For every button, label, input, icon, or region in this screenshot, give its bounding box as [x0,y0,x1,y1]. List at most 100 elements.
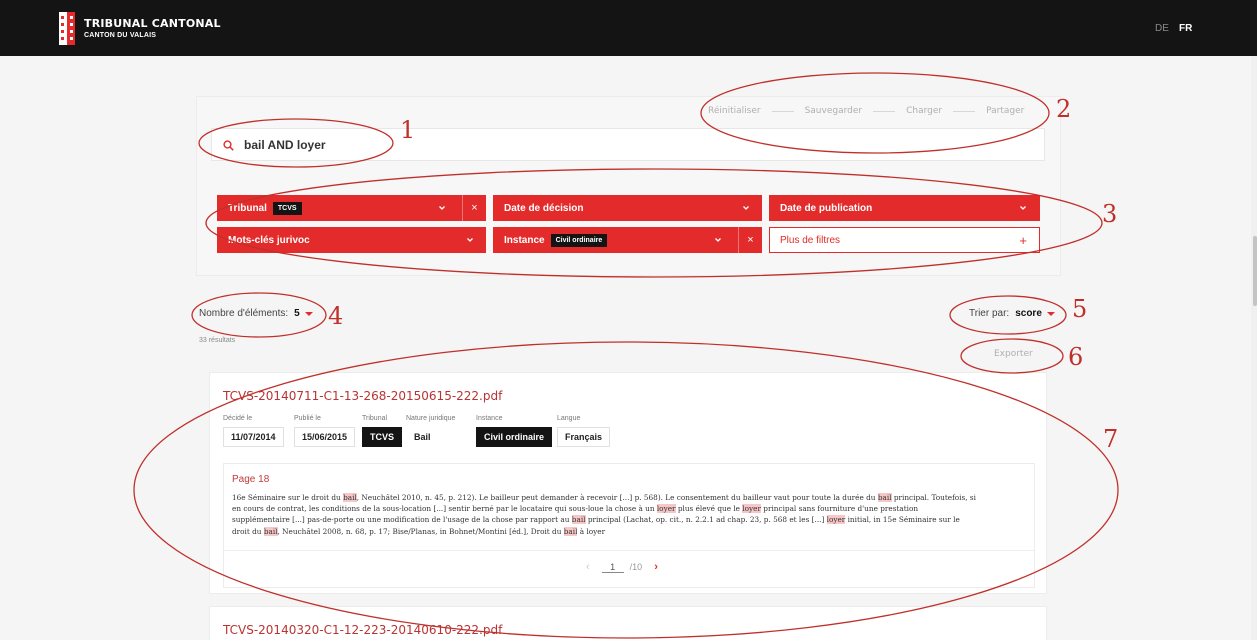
chevron-down-icon [1020,206,1026,210]
filter-decision-date[interactable]: Date de décision [493,195,762,221]
brand-logo-link[interactable]: TRIBUNAL CANTONAL CANTON DU VALAIS [59,12,221,45]
highlighted-term: bail [263,526,278,536]
meta-language-label: Langue [557,415,581,422]
meta-published-label: Publié le [294,415,321,422]
excerpt-segment: à loyer [577,526,606,536]
filter-tribunal[interactable]: Tribunal TCVS × [217,195,486,221]
filter-keywords[interactable]: Mots-clés jurivoc [217,227,486,253]
actions-separator [873,110,896,112]
caret-down-icon [304,311,313,316]
filter-instance-badge: Civil ordinaire [550,233,608,247]
excerpt-segment: initial, in 15e Séminaire sur le [845,515,960,525]
meta-decided-value: 11/07/2014 [223,427,284,447]
excerpt-line: 16e Séminaire sur le droit du bail, Neuc… [232,492,1028,503]
filter-tribunal-badge: TCVS [272,201,302,215]
sort-dropdown[interactable]: Trier par: score [969,308,1055,319]
meta-nature-value: Bail [406,427,439,447]
excerpt-segment: , Neuchâtel 2010, n. 45, p. 212). Le bai… [356,493,878,502]
valais-shield-icon [59,12,75,45]
search-input[interactable] [244,135,644,155]
top-bar: TRIBUNAL CANTONAL CANTON DU VALAIS DE FR [0,0,1257,56]
meta-instance-label: Instance [476,415,503,422]
highlighted-term: loyer [742,504,761,514]
results-count: 33 résultats [199,337,236,344]
actions-separator [953,110,976,112]
chevron-down-icon [467,238,473,242]
meta-nature-label: Nature juridique [406,415,456,422]
excerpt-segment: principal (Lachat, op. cit., n. 2.2.1 ad… [585,515,827,525]
meta-decided-label: Décidé le [223,415,253,422]
scrollbar-thumb[interactable] [1253,236,1257,306]
result-title-link[interactable]: TCVS-20140320-C1-12-223-20140610-222.pdf [223,623,502,637]
filter-keywords-label: Mots-clés jurivoc [228,234,310,246]
pager-next-button[interactable]: › [654,561,658,573]
filter-publication-date-label: Date de publication [780,202,873,214]
filter-publication-date[interactable]: Date de publication [769,195,1040,221]
annotation-number-7: 7 [1103,425,1118,453]
chevron-down-icon [743,206,749,210]
annotation-number-6: 6 [1068,343,1083,371]
search-actions: Réinitialiser Sauvegarder Charger Partag… [708,106,1024,116]
filter-tribunal-clear-button[interactable]: × [462,195,486,221]
sort-label: Trier par: [969,308,1010,319]
excerpt-segment: plus élevé que le [675,504,743,514]
plus-icon: + [1019,233,1027,248]
pager-prev-button[interactable]: ‹ [586,561,590,573]
excerpt-line: en cours de contrat, les conditions de l… [232,503,1028,514]
load-button[interactable]: Charger [906,106,942,116]
search-box[interactable] [211,128,1045,161]
annotation-number-5: 5 [1072,295,1087,323]
more-filters-button[interactable]: Plus de filtres + [769,227,1040,253]
excerpt-page-link[interactable]: Page 18 [232,474,269,485]
brand-subtitle: CANTON DU VALAIS [84,32,157,39]
page-size-dropdown[interactable]: Nombre d'éléments: 5 [199,308,313,319]
result-title-link[interactable]: TCVS-20140711-C1-13-268-20150615-222.pdf [223,389,502,403]
chevron-down-icon [439,206,445,210]
excerpt-segment: principal sans fourniture d'une prestati… [760,504,919,514]
meta-instance-value: Civil ordinaire [476,427,553,447]
meta-tribunal-value: TCVS [362,427,403,447]
excerpt-divider [224,550,1034,551]
sort-value: score [1015,308,1042,319]
save-button[interactable]: Sauvegarder [805,106,863,116]
pager-current-input[interactable]: 1 [601,562,624,573]
pager-total: /10 [629,562,643,572]
result-excerpt: Page 18 16e Séminaire sur le droit du ba… [223,463,1035,588]
share-button[interactable]: Partager [986,106,1024,116]
highlighted-term: bail [571,515,586,525]
caret-down-icon [1046,311,1055,316]
meta-language-value: Français [557,427,611,447]
export-button[interactable]: Exporter [994,349,1033,359]
filter-decision-date-label: Date de décision [504,202,584,214]
highlighted-term: bail [343,493,357,502]
excerpt-pager: ‹ 1 /10 › [586,561,658,573]
excerpt-segment: 16e Séminaire sur le droit du [232,493,344,502]
annotation-number-3: 3 [1102,200,1117,228]
filter-instance-clear-button[interactable]: × [738,227,762,253]
more-filters-label: Plus de filtres [780,234,841,246]
excerpt-segment: droit du [232,526,264,536]
result-card: TCVS-20140711-C1-13-268-20150615-222.pdf… [209,372,1047,594]
excerpt-segment: en cours de contrat, les conditions de l… [232,504,657,514]
excerpt-segment: supplémentaire [...] pas-de-porte ou une… [232,515,572,525]
search-icon [223,140,234,151]
filter-instance[interactable]: Instance Civil ordinaire × [493,227,762,253]
language-fr-link[interactable]: FR [1179,23,1192,34]
filter-instance-label: Instance [504,234,545,246]
excerpt-line: droit du bail, Neuchâtel 2008, n. 68, p.… [232,526,1028,537]
language-de-link[interactable]: DE [1155,23,1169,34]
filter-tribunal-label: Tribunal [228,202,267,214]
highlighted-term: bail [563,526,578,536]
page-size-label: Nombre d'éléments: [199,308,289,319]
chevron-down-icon [715,238,721,242]
meta-published-value: 15/06/2015 [294,427,356,447]
brand-title: TRIBUNAL CANTONAL [84,17,221,30]
page-scrollbar[interactable] [1251,56,1257,640]
reset-button[interactable]: Réinitialiser [708,106,761,116]
highlighted-term: loyer [826,515,846,525]
excerpt-segment: principal. Toutefois, si [891,493,976,502]
result-card: TCVS-20140320-C1-12-223-20140610-222.pdf [209,606,1047,640]
excerpt-segment: , Neuchâtel 2008, n. 68, p. 17; Bise/Pla… [277,526,564,536]
annotation-number-4: 4 [328,302,343,330]
excerpt-line: supplémentaire [...] pas-de-porte ou une… [232,514,1028,525]
